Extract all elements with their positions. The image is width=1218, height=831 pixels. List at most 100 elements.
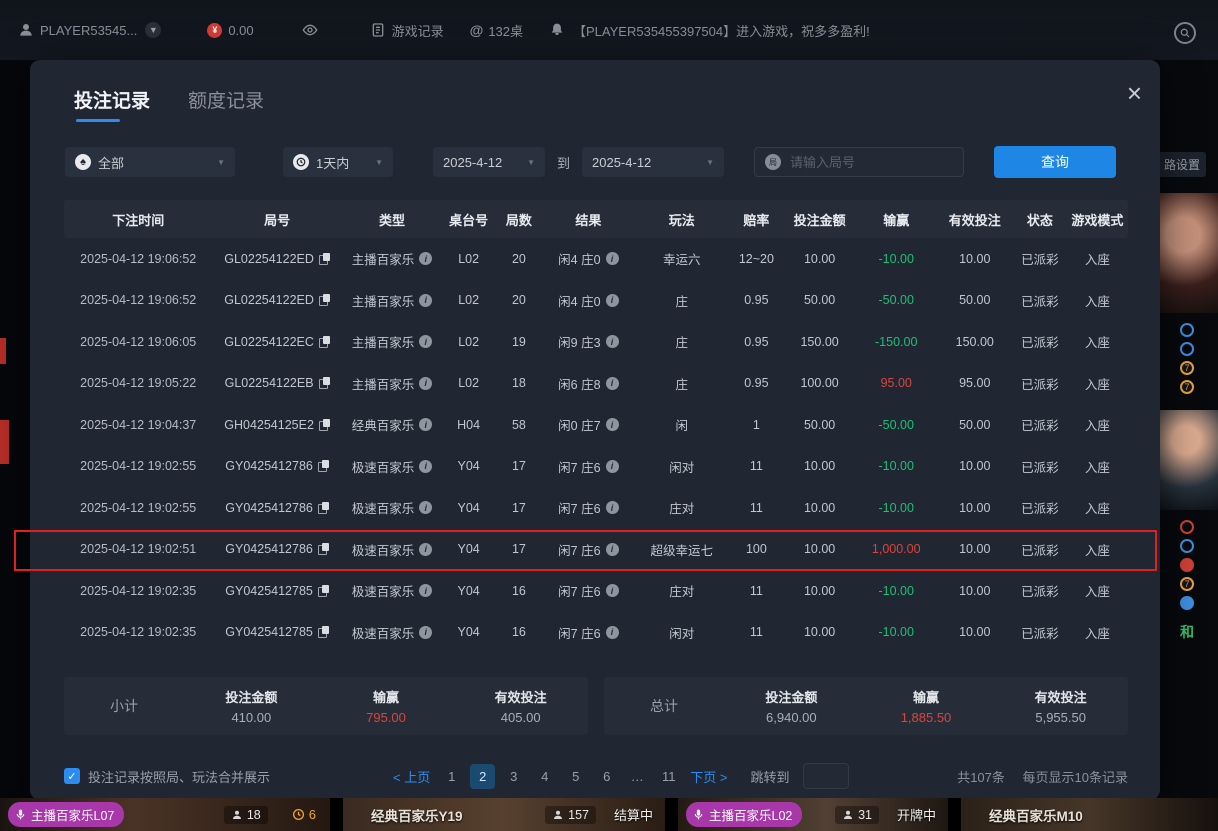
copy-icon[interactable] [319, 294, 330, 306]
info-circle-icon[interactable]: i [419, 294, 432, 307]
live-dealer-thumb[interactable] [1160, 410, 1218, 510]
round-search-input[interactable] [788, 154, 953, 171]
live-dealer-thumb[interactable] [1160, 193, 1218, 313]
page-number[interactable]: 11 [656, 764, 681, 789]
info-circle-icon[interactable]: i [606, 418, 619, 431]
next-page-link[interactable]: 下页 > [687, 767, 730, 786]
live-table-tile[interactable]: 经典百家乐M10 [961, 798, 1218, 831]
page-number[interactable]: 6 [594, 764, 619, 789]
person-icon [552, 809, 564, 821]
info-circle-icon[interactable]: i [606, 501, 619, 514]
microphone-icon [14, 808, 27, 821]
cell-bet-amount: 10.00 [783, 501, 856, 515]
search-button[interactable] [1174, 22, 1196, 44]
cell-valid-bet: 10.00 [936, 501, 1013, 515]
classic-table-label: 经典百家乐Y19 [371, 805, 463, 825]
cell-game-mode: 入座 [1067, 623, 1128, 642]
total-label: 总计 [604, 696, 724, 716]
info-circle-icon[interactable]: i [606, 377, 619, 390]
game-type-select[interactable]: ♠ 全部 ▼ [65, 147, 235, 177]
total-bet-label: 投注金额 [724, 687, 859, 706]
cell-bet-time: 2025-04-12 19:02:35 [64, 625, 212, 639]
info-circle-icon[interactable]: i [419, 584, 432, 597]
info-circle-icon[interactable]: i [606, 460, 619, 473]
cell-odds: 11 [730, 625, 784, 639]
cell-result: 闲7 庄6i [543, 623, 634, 642]
copy-icon[interactable] [318, 585, 329, 597]
balance-visibility-toggle[interactable] [302, 22, 318, 38]
info-circle-icon[interactable]: i [419, 626, 432, 639]
user-menu[interactable]: PLAYER53545... ▼ [18, 22, 161, 38]
chevron-down-icon[interactable]: ▼ [145, 22, 161, 38]
copy-icon[interactable] [318, 626, 329, 638]
info-circle-icon[interactable]: i [606, 252, 619, 265]
person-icon [842, 809, 854, 821]
copy-icon[interactable] [319, 336, 330, 348]
cell-round-count: 17 [495, 459, 543, 473]
info-circle-icon[interactable]: i [419, 418, 432, 431]
pagination-ellipsis: … [625, 764, 650, 789]
cell-result: 闲4 庄0i [543, 291, 634, 310]
copy-icon[interactable] [318, 460, 329, 472]
column-header: 结果 [543, 210, 634, 229]
cell-valid-bet: 10.00 [936, 625, 1013, 639]
date-to-picker[interactable]: 2025-4-12 ▼ [582, 147, 724, 177]
column-header: 输赢 [856, 210, 936, 229]
cell-odds: 0.95 [730, 376, 784, 390]
copy-icon[interactable] [319, 253, 330, 265]
page-number[interactable]: 3 [501, 764, 526, 789]
time-range-select[interactable]: 1天内 ▼ [283, 147, 393, 177]
cell-winloss: -50.00 [856, 418, 936, 432]
live-table-tile[interactable]: 主播百家乐L0231开牌中 [678, 798, 948, 831]
table-row: 2025-04-12 19:02:35GY0425412785极速百家乐iY04… [64, 612, 1128, 654]
copy-icon[interactable] [319, 377, 330, 389]
person-icon [18, 22, 34, 38]
copy-icon[interactable] [318, 543, 329, 555]
cell-winloss: -50.00 [856, 293, 936, 307]
info-circle-icon[interactable]: i [606, 626, 619, 639]
copy-icon[interactable] [318, 502, 329, 514]
info-circle-icon[interactable]: i [419, 501, 432, 514]
date-from-value: 2025-4-12 [443, 155, 502, 170]
game-records-button[interactable]: 游戏记录 [370, 21, 444, 40]
page-number[interactable]: 2 [470, 764, 495, 789]
info-circle-icon[interactable]: i [419, 252, 432, 265]
date-from-picker[interactable]: 2025-4-12 ▼ [433, 147, 545, 177]
cell-game-type: 主播百家乐i [342, 291, 443, 310]
merge-checkbox[interactable]: ✓ [64, 768, 80, 784]
close-icon[interactable]: × [1127, 80, 1142, 106]
cell-round-count: 20 [495, 252, 543, 266]
info-circle-icon[interactable]: i [606, 294, 619, 307]
subtotal-bet-value: 410.00 [184, 710, 319, 725]
cell-table-number: Y04 [442, 542, 495, 556]
info-circle-icon[interactable]: i [419, 377, 432, 390]
cell-round-id: GL02254122EC [212, 335, 341, 349]
info-circle-icon[interactable]: i [606, 543, 619, 556]
line-settings-button[interactable]: 路设置 [1160, 152, 1206, 177]
query-button[interactable]: 查询 [994, 146, 1116, 178]
cell-play-type: 闲对 [634, 457, 730, 476]
live-table-tile[interactable]: 经典百家乐Y19157结算中 [343, 798, 665, 831]
tables-count-button[interactable]: @ 132桌 [470, 21, 523, 40]
page-number[interactable]: 4 [532, 764, 557, 789]
info-circle-icon[interactable]: i [419, 543, 432, 556]
copy-icon[interactable] [319, 419, 330, 431]
info-circle-icon[interactable]: i [419, 335, 432, 348]
jump-page-input[interactable] [803, 763, 849, 789]
cell-odds: 11 [730, 459, 784, 473]
info-circle-icon[interactable]: i [606, 335, 619, 348]
cell-odds: 0.95 [730, 293, 784, 307]
live-table-tile[interactable]: 主播百家乐L07186 [0, 798, 330, 831]
page-number[interactable]: 1 [439, 764, 464, 789]
cell-winloss: -10.00 [856, 252, 936, 266]
tab-credit-records[interactable]: 额度记录 [188, 86, 264, 122]
info-circle-icon[interactable]: i [419, 460, 432, 473]
page-number[interactable]: 5 [563, 764, 588, 789]
prev-page-link[interactable]: < 上页 [390, 767, 433, 786]
info-circle-icon[interactable]: i [606, 584, 619, 597]
chevron-down-icon: ▼ [217, 158, 225, 167]
tab-bet-records[interactable]: 投注记录 [74, 86, 150, 122]
cell-status: 已派彩 [1013, 457, 1067, 476]
username: PLAYER53545... [40, 23, 137, 38]
spade-circle-icon: ♠ [75, 154, 91, 170]
